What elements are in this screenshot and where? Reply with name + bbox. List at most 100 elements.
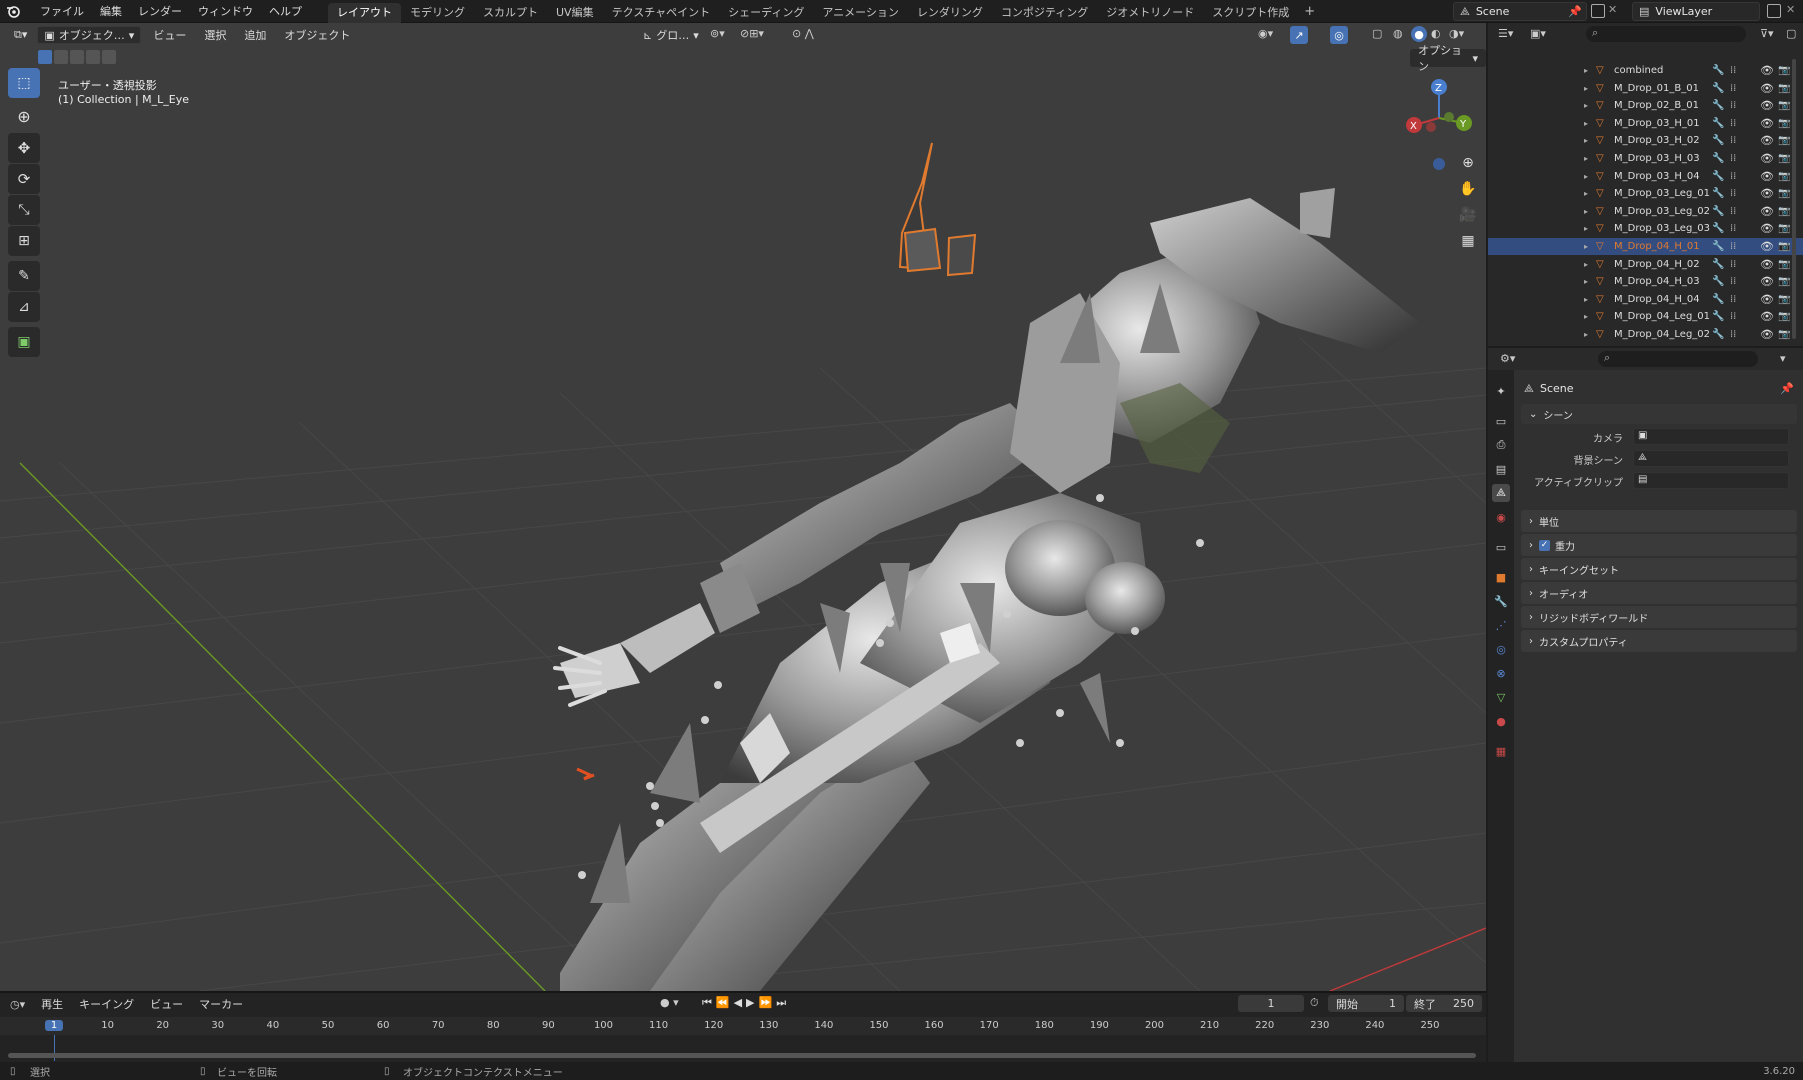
pivot-icon[interactable]: ⊚▾ [710,27,725,40]
expand-arrow-icon[interactable]: ▸ [1584,242,1588,251]
scale-tool[interactable]: ⤡ [8,195,40,225]
workspace-tab[interactable]: レンダリング [908,3,992,23]
outliner-row[interactable]: ▸ ▽ M_Drop_04_H_03 🔧 ⁞⁞ 👁 📷 [1488,273,1803,290]
outliner-row[interactable]: ▸ ▽ M_Drop_03_Leg_01 🔧 ⁞⁞ 👁 📷 [1488,185,1803,202]
object-tab[interactable]: ■ [1492,568,1510,586]
expand-arrow-icon[interactable]: ▸ [1584,277,1588,286]
stopwatch-icon[interactable]: ⏱ [1310,996,1319,1010]
modifier-wrench-icon[interactable]: 🔧 [1712,100,1724,111]
xray-icon[interactable]: ▢ [1372,27,1382,40]
outliner-row[interactable]: ▸ ▽ M_Drop_03_H_01 🔧 ⁞⁞ 👁 📷 [1488,115,1803,132]
add-cube-tool[interactable]: ▣ [8,327,40,357]
solid-shading-icon[interactable]: ● [1411,26,1427,42]
property-panel[interactable]: › リジッドボディワールド [1521,606,1797,628]
collection-tab[interactable]: ▭ [1492,538,1510,556]
eye-icon[interactable]: 👁 [1760,134,1774,147]
add-workspace-button[interactable]: + [1304,4,1315,19]
expand-arrow-icon[interactable]: ▸ [1584,84,1588,93]
outliner-row[interactable]: ▸ ▽ combined 🔧 ⁞⁞ 👁 📷 [1488,62,1803,79]
modifier-wrench-icon[interactable]: 🔧 [1712,118,1724,129]
outliner-row[interactable]: ▸ ▽ M_Drop_04_H_04 🔧 ⁞⁞ 👁 📷 [1488,291,1803,308]
material-shading-icon[interactable]: ◐ [1431,27,1441,40]
workspace-tab[interactable]: レイアウト [328,2,401,23]
expand-arrow-icon[interactable]: ▸ [1584,136,1588,145]
vertex-groups-icon[interactable]: ⁞⁞ [1730,100,1736,111]
vertex-groups-icon[interactable]: ⁞⁞ [1730,329,1736,340]
timeline-menu-item[interactable]: ビュー [142,996,191,1012]
menu-item[interactable]: 編集 [92,3,130,19]
rendered-shading-icon[interactable]: ◑▾ [1449,27,1464,40]
pan-view-button[interactable]: ✋ [1455,176,1481,202]
physics-tab[interactable]: ◎ [1492,640,1510,658]
camera-render-icon[interactable]: 📷 [1778,100,1790,111]
workspace-tab[interactable]: テクスチャペイント [603,3,720,23]
expand-arrow-icon[interactable]: ▸ [1584,330,1588,339]
outliner-row[interactable]: ▸▽M_Drop_04_Leg_03🔧⁞⁞👁📷 [1488,344,1803,347]
eye-icon[interactable]: 👁 [1760,275,1774,288]
modifier-wrench-icon[interactable]: 🔧 [1712,223,1724,234]
tool-tab[interactable]: ✦ [1492,382,1510,400]
start-frame-field[interactable]: 開始 1 [1328,995,1404,1012]
outliner-row[interactable]: ▸ ▽ M_Drop_03_Leg_02 🔧 ⁞⁞ 👁 📷 [1488,203,1803,220]
vertex-groups-icon[interactable]: ⁞⁞ [1730,118,1736,129]
property-panel[interactable]: › オーディオ [1521,582,1797,604]
properties-editor-icon[interactable]: ⚙▾ [1500,352,1515,365]
timeline-menu-item[interactable]: キーイング [71,996,142,1012]
workspace-tab[interactable]: UV編集 [547,3,603,23]
workspace-tab[interactable]: アニメーション [813,3,908,23]
modifier-wrench-icon[interactable]: 🔧 [1712,153,1724,164]
snap-icon[interactable]: ⊘⊞▾ [740,27,764,40]
modifier-wrench-icon[interactable]: 🔧 [1712,206,1724,217]
eye-icon[interactable]: 👁 [1760,328,1774,341]
particles-tab[interactable]: ⋰ [1492,616,1510,634]
modifier-wrench-icon[interactable]: 🔧 [1712,171,1724,182]
delete-scene-icon[interactable]: ✕ [1608,3,1617,16]
vertex-groups-icon[interactable]: ⁞⁞ [1730,153,1736,164]
vertex-groups-icon[interactable]: ⁞⁞ [1730,83,1736,94]
camera-render-icon[interactable]: 📷 [1778,241,1790,252]
vertex-groups-icon[interactable]: ⁞⁞ [1730,241,1736,252]
cursor-tool[interactable]: ⊕ [8,101,40,131]
workspace-tab[interactable]: スカルプト [474,3,547,23]
scene-tab[interactable]: ⟁ [1492,484,1510,502]
viewport-menu-item[interactable]: オブジェクト [278,27,356,43]
camera-render-icon[interactable]: 📷 [1778,294,1790,305]
rotate-tool[interactable]: ⟳ [8,164,40,194]
new-collection-icon[interactable]: ▢ [1786,27,1796,40]
eye-icon[interactable]: 👁 [1760,293,1774,306]
vertex-groups-icon[interactable]: ⁞⁞ [1730,206,1736,217]
camera-render-icon[interactable]: 📷 [1778,329,1790,340]
scene-selector[interactable]: ⟁ Scene 📌 [1453,2,1587,21]
constraints-tab[interactable]: ⊗ [1492,664,1510,682]
end-frame-field[interactable]: 終了 250 [1406,995,1482,1012]
outliner-row[interactable]: ▸ ▽ M_Drop_03_Leg_03 🔧 ⁞⁞ 👁 📷 [1488,220,1803,237]
eye-icon[interactable]: 👁 [1760,222,1774,235]
camera-render-icon[interactable]: 📷 [1778,118,1790,129]
camera-view-button[interactable]: 🎥 [1455,202,1481,228]
outliner-row[interactable]: ▸ ▽ M_Drop_04_H_02 🔧 ⁞⁞ 👁 📷 [1488,256,1803,273]
field-input[interactable]: ▣ [1633,428,1789,445]
gravity-checkbox[interactable]: ✓ [1539,539,1550,551]
overlay-toggle-icon[interactable]: ◎ [1330,26,1348,44]
vertex-groups-icon[interactable]: ⁞⁞ [1730,276,1736,287]
editor-type-button[interactable]: ⧉▾ [8,26,33,44]
modifier-wrench-icon[interactable]: 🔧 [1712,241,1724,252]
expand-arrow-icon[interactable]: ▸ [1584,312,1588,321]
output-tab[interactable]: ⎙ [1492,436,1510,454]
modifier-wrench-icon[interactable]: 🔧 [1712,188,1724,199]
modifier-tab[interactable]: 🔧 [1492,592,1510,610]
render-tab[interactable]: ▭ [1492,412,1510,430]
viewport-menu-item[interactable]: 選択 [198,27,232,43]
field-input[interactable]: ⟁ [1633,450,1789,467]
timeline-menu-item[interactable]: マーカー [191,996,251,1012]
new-scene-icon[interactable] [1591,4,1605,18]
camera-render-icon[interactable]: 📷 [1778,65,1790,76]
expand-arrow-icon[interactable]: ▸ [1584,207,1588,216]
camera-render-icon[interactable]: 📷 [1778,153,1790,164]
blender-logo-icon[interactable] [4,2,22,20]
annotate-tool[interactable]: ✎ [8,261,40,291]
property-panel[interactable]: › 単位 [1521,510,1797,532]
modifier-wrench-icon[interactable]: 🔧 [1712,276,1724,287]
workspace-tab[interactable]: モデリング [401,3,474,23]
eye-icon[interactable]: 👁 [1760,152,1774,165]
